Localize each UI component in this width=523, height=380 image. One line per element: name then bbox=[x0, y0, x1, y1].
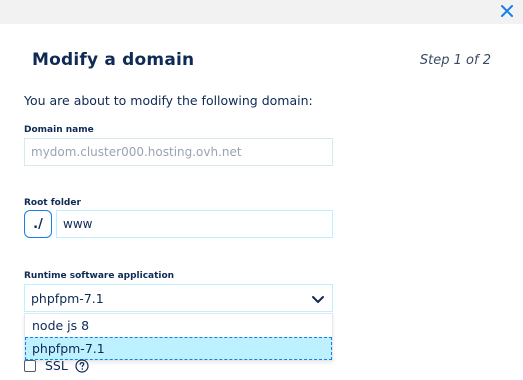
root-folder-label: Root folder bbox=[24, 198, 81, 208]
runtime-selected-value: phpfpm-7.1 bbox=[31, 290, 104, 306]
ssl-label: SSL bbox=[45, 358, 68, 373]
runtime-select[interactable]: phpfpm-7.1 bbox=[24, 284, 333, 312]
dialog-top-bar bbox=[0, 0, 523, 24]
domain-name-field: mydom.cluster000.hosting.ovh.net bbox=[24, 138, 333, 166]
root-folder-prefix: ./ bbox=[24, 210, 52, 238]
runtime-option-phpfpm71[interactable]: phpfpm-7.1 bbox=[25, 337, 332, 360]
runtime-label: Runtime software application bbox=[24, 271, 175, 281]
question-circle-icon[interactable] bbox=[75, 358, 89, 373]
ssl-row: SSL bbox=[24, 358, 89, 373]
root-folder-input[interactable]: www bbox=[56, 210, 333, 238]
runtime-option-nodejs8[interactable]: node js 8 bbox=[25, 314, 332, 337]
intro-text: You are about to modify the following do… bbox=[24, 93, 313, 108]
ssl-checkbox[interactable] bbox=[24, 359, 36, 372]
domain-name-label: Domain name bbox=[24, 125, 94, 135]
page-title: Modify a domain bbox=[32, 50, 195, 70]
close-icon[interactable] bbox=[499, 3, 515, 19]
runtime-dropdown-list: node js 8 phpfpm-7.1 bbox=[24, 313, 333, 361]
chevron-down-icon bbox=[312, 296, 324, 303]
step-indicator: Step 1 of 2 bbox=[419, 53, 491, 68]
